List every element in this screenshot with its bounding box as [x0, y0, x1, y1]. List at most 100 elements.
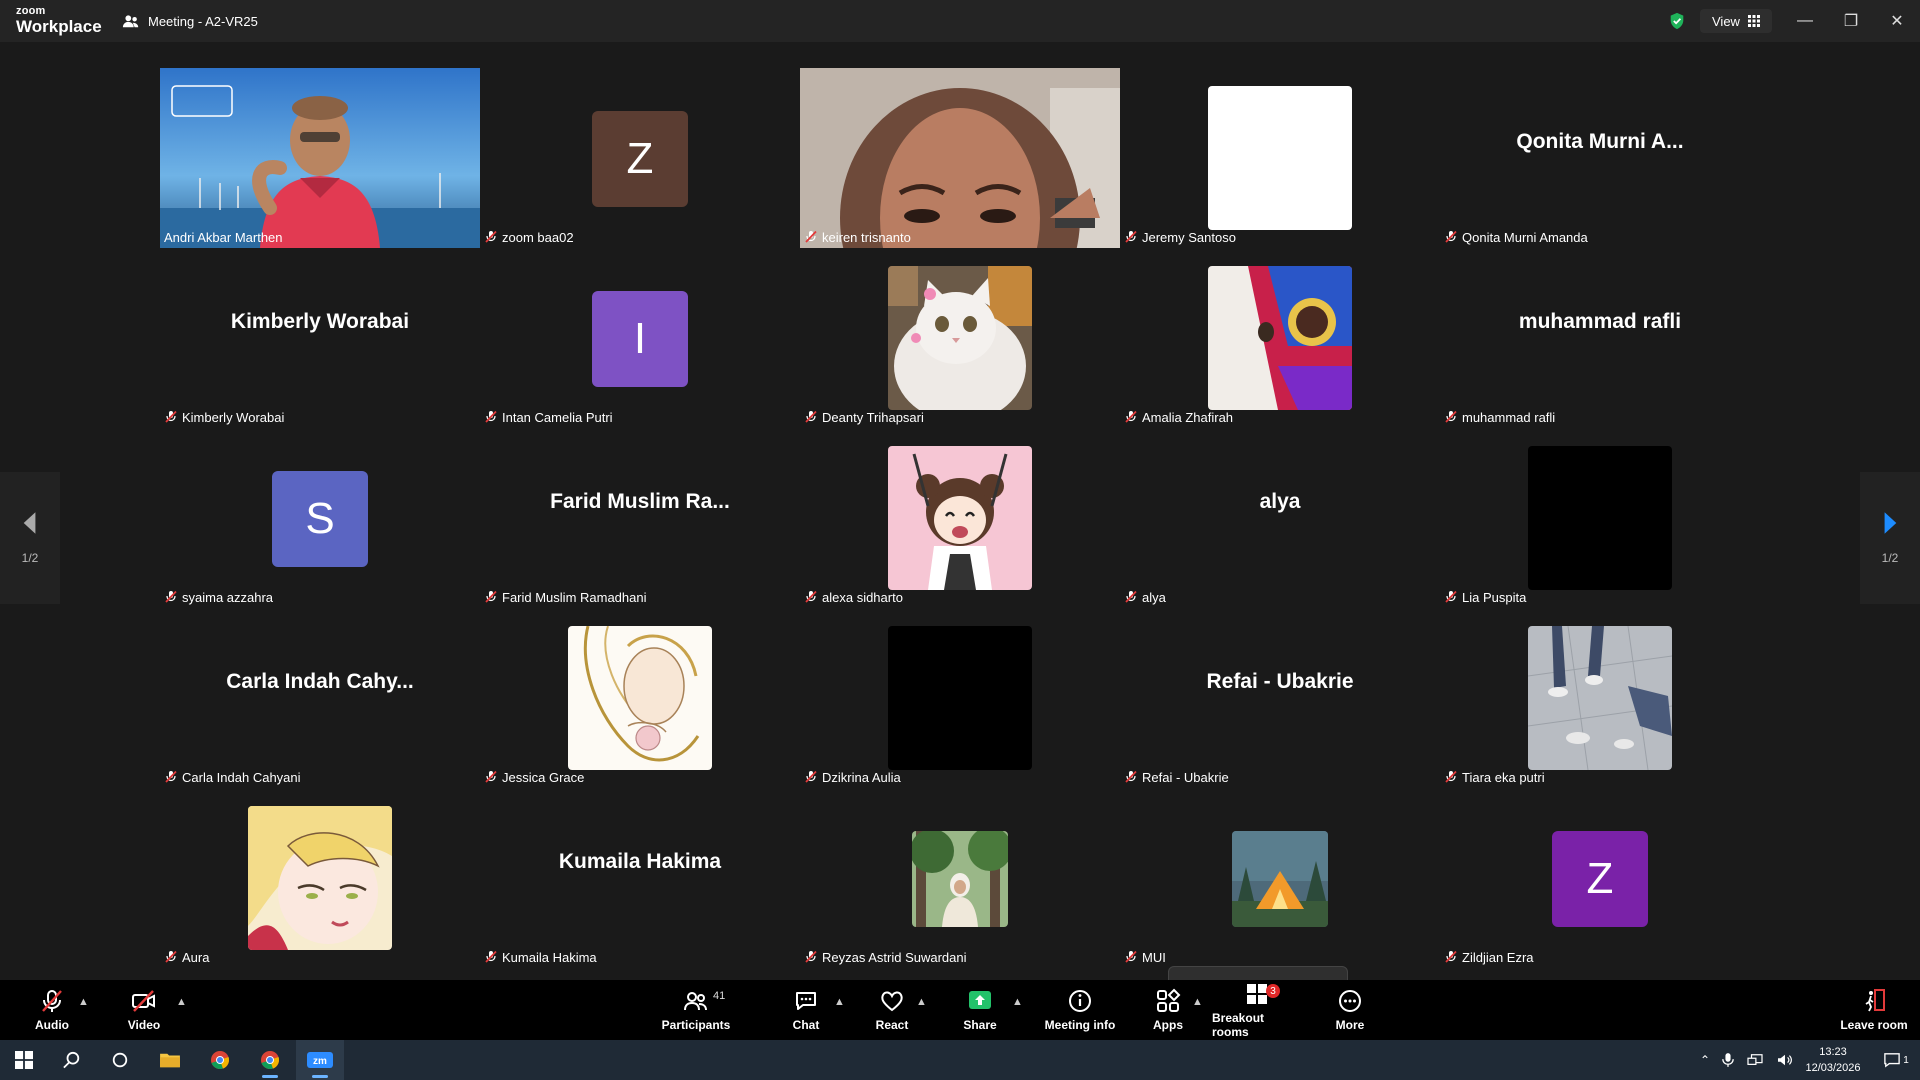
video-button[interactable]: Video: [114, 980, 174, 1040]
participant-tile[interactable]: Andri Akbar Marthen: [160, 68, 480, 248]
system-tray: ⌃: [1700, 1040, 1794, 1080]
participant-display-name: muhammad rafli: [1518, 310, 1682, 333]
participant-display-name: Kimberly Worabai: [230, 310, 410, 333]
system-clock[interactable]: 13:23 12/03/2026: [1796, 1044, 1870, 1076]
chat-button[interactable]: Chat: [776, 980, 836, 1040]
mic-muted-icon: [1125, 230, 1137, 243]
participant-tile[interactable]: Dzikrina Aulia: [800, 608, 1120, 788]
participant-name-text: Farid Muslim Ramadhani: [502, 589, 647, 605]
chrome-profile-icon[interactable]: [246, 1040, 294, 1080]
participant-tile[interactable]: Jessica Grace: [480, 608, 800, 788]
participant-display-name: Kumaila Hakima: [558, 850, 722, 873]
mic-muted-icon: [1445, 950, 1457, 963]
participant-tile[interactable]: alya alya: [1120, 428, 1440, 608]
task-view-icon[interactable]: [96, 1040, 144, 1080]
minimize-icon[interactable]: —: [1782, 0, 1828, 42]
zoom-taskbar-icon[interactable]: zm: [296, 1040, 344, 1080]
chat-options-caret[interactable]: ▲: [834, 996, 845, 1008]
participant-tile[interactable]: Zzoom baa02: [480, 68, 800, 248]
participant-video: [800, 68, 1120, 248]
mic-muted-icon: [485, 230, 497, 243]
participant-name-text: keiren trisnanto: [822, 229, 911, 245]
network-icon[interactable]: [1746, 1053, 1764, 1067]
participant-tile[interactable]: Carla Indah Cahy... Carla Indah Cahyani: [160, 608, 480, 788]
participant-display-name: Refai - Ubakrie: [1206, 670, 1354, 693]
participant-name-label: Tiara eka putri: [1444, 768, 1551, 786]
participant-name-label: Aura: [164, 948, 215, 966]
participant-tile[interactable]: keiren trisnanto: [800, 68, 1120, 248]
participant-video: [160, 68, 480, 248]
participant-tile[interactable]: Refai - Ubakrie Refai - Ubakrie: [1120, 608, 1440, 788]
mic-muted-icon: [165, 770, 177, 783]
share-label: Share: [963, 1018, 997, 1032]
tray-mic-icon[interactable]: [1722, 1052, 1734, 1068]
apps-label: Apps: [1153, 1018, 1183, 1032]
participant-name-text: Dzikrina Aulia: [822, 769, 901, 785]
page-indicator-right: 1/2: [1881, 551, 1899, 565]
close-icon[interactable]: ✕: [1874, 0, 1920, 42]
react-options-caret[interactable]: ▲: [916, 996, 927, 1008]
participant-tile[interactable]: Kumaila Hakima Kumaila Hakima: [480, 788, 800, 968]
mic-muted-icon: [165, 590, 177, 603]
meeting-info-button[interactable]: Meeting info: [1040, 980, 1120, 1040]
participant-tile[interactable]: Ssyaima azzahra: [160, 428, 480, 608]
participant-name-text: Jeremy Santoso: [1142, 229, 1236, 245]
participant-tile[interactable]: Z Zildjian Ezra: [1440, 788, 1760, 968]
participant-name-label: Lia Puspita: [1444, 588, 1532, 606]
share-options-caret[interactable]: ▲: [1012, 996, 1023, 1008]
participant-tile[interactable]: Tiara eka putri: [1440, 608, 1760, 788]
volume-icon[interactable]: [1776, 1053, 1794, 1067]
participant-name-text: Lia Puspita: [1462, 589, 1527, 605]
mic-muted-icon: [485, 590, 497, 603]
participant-tile[interactable]: I Intan Camelia Putri: [480, 248, 800, 428]
participant-tile[interactable]: muhammad rafli muhammad rafli: [1440, 248, 1760, 428]
react-button[interactable]: React: [862, 980, 922, 1040]
more-label: More: [1335, 1018, 1365, 1032]
participant-initial-avatar: Z: [592, 111, 688, 207]
participant-tile[interactable]: Lia Puspita: [1440, 428, 1760, 608]
participant-tile[interactable]: Deanty Trihapsari: [800, 248, 1120, 428]
audio-button[interactable]: Audio: [22, 980, 82, 1040]
mic-muted-icon: [1125, 410, 1137, 423]
participant-tile[interactable]: Reyzas Astrid Suwardani: [800, 788, 1120, 968]
participant-name-text: Deanty Trihapsari: [822, 409, 924, 425]
file-explorer-icon[interactable]: [146, 1040, 194, 1080]
audio-options-caret[interactable]: ▲: [78, 996, 89, 1008]
prev-page-button[interactable]: 1/2: [0, 472, 60, 604]
participant-tile[interactable]: Aura: [160, 788, 480, 968]
participant-name-text: Aura: [182, 949, 210, 965]
participant-profile-picture: [1208, 266, 1352, 410]
tray-overflow-icon[interactable]: ⌃: [1700, 1053, 1710, 1067]
svg-text:zm: zm: [313, 1056, 327, 1067]
apps-button[interactable]: Apps: [1138, 980, 1198, 1040]
share-button[interactable]: Share: [950, 980, 1010, 1040]
apps-options-caret[interactable]: ▲: [1192, 996, 1203, 1008]
chat-icon: [796, 992, 816, 1010]
next-page-button[interactable]: 1/2: [1860, 472, 1920, 604]
view-button[interactable]: View: [1700, 9, 1772, 33]
participant-name-label: Jeremy Santoso: [1124, 228, 1242, 246]
participant-profile-picture: [912, 831, 1008, 927]
participant-display-name: Carla Indah Cahy...: [226, 670, 414, 693]
participants-button[interactable]: Participants: [656, 980, 736, 1040]
participant-tile[interactable]: Farid Muslim Ra... Farid Muslim Ramadhani: [480, 428, 800, 608]
search-icon[interactable]: [48, 1040, 96, 1080]
participant-tile[interactable]: MUI: [1120, 788, 1440, 968]
chrome-icon[interactable]: [196, 1040, 244, 1080]
windows-start-icon[interactable]: [0, 1040, 48, 1080]
participant-tile[interactable]: alexa sidharto: [800, 428, 1120, 608]
more-button[interactable]: More: [1320, 980, 1380, 1040]
participant-tile[interactable]: Jeremy Santoso: [1120, 68, 1440, 248]
view-label: View: [1712, 13, 1740, 29]
leave-room-button[interactable]: Leave room: [1836, 980, 1912, 1040]
people-icon: [122, 15, 139, 28]
restore-icon[interactable]: ❐: [1828, 0, 1874, 42]
notification-center[interactable]: 1: [1876, 1040, 1916, 1080]
participant-tile[interactable]: Kimberly Worabai Kimberly Worabai: [160, 248, 480, 428]
participant-tile[interactable]: Amalia Zhafirah: [1120, 248, 1440, 428]
more-icon: [1339, 990, 1361, 1012]
breakout-rooms-label: Breakout rooms: [1212, 1011, 1265, 1039]
participant-tile[interactable]: Qonita Murni A... Qonita Murni Amanda: [1440, 68, 1760, 248]
video-options-caret[interactable]: ▲: [176, 996, 187, 1008]
breakout-rooms-button[interactable]: Breakout rooms: [1212, 980, 1302, 1040]
